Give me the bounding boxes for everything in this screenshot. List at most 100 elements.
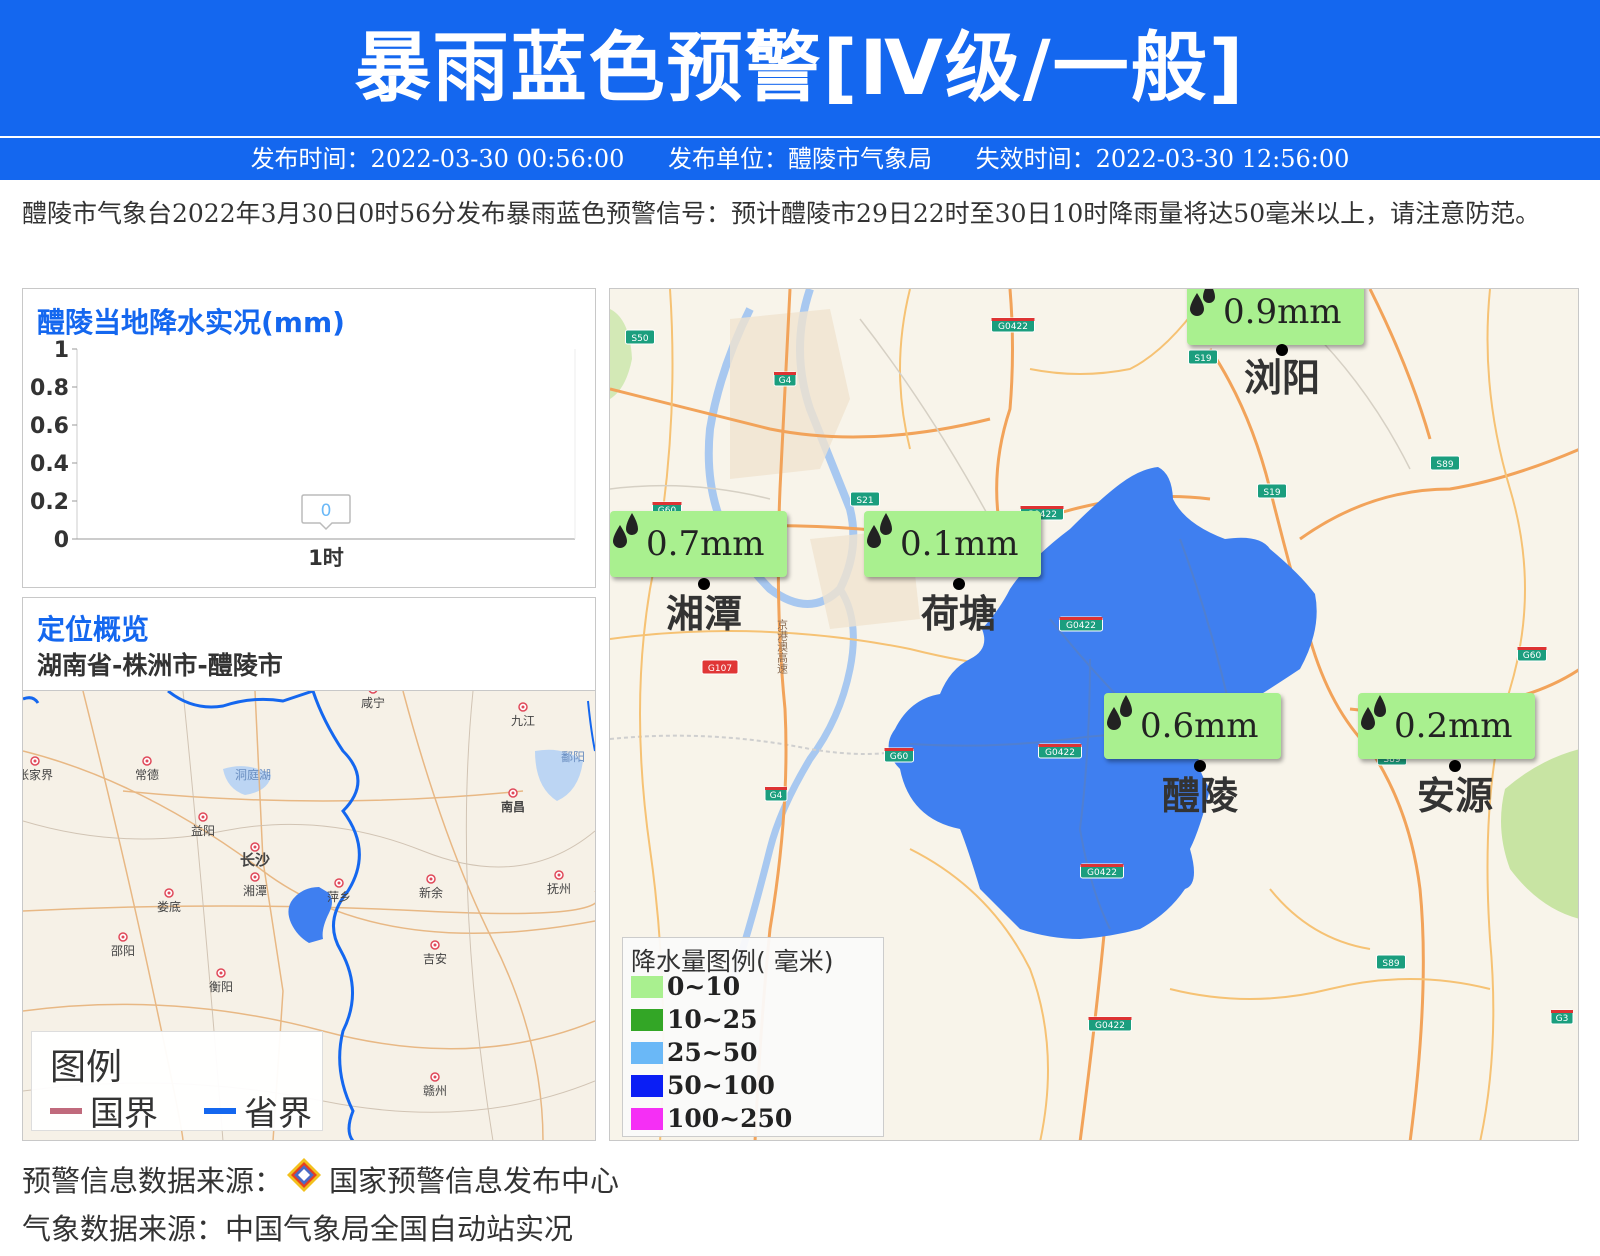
road-shield-icon: G4: [773, 371, 797, 387]
legend-swatch: [631, 975, 663, 998]
road-shield-icon: G3: [1550, 1009, 1574, 1025]
road-shield-icon: S19: [1257, 483, 1287, 499]
legend-provincial-boundary: 省界: [204, 1086, 312, 1135]
road-shield-icon: G4: [764, 786, 788, 802]
road-shield-label: G4: [779, 376, 792, 386]
city-label: 赣州: [423, 1084, 447, 1098]
road-shield-label: S89: [1436, 460, 1453, 470]
legend-item-0-10: 0~10: [631, 972, 740, 1001]
road-shield-label: G0422: [1095, 1021, 1125, 1031]
legend-item-10-25: 10~25: [631, 1005, 758, 1034]
road-shield-icon: S89: [1430, 455, 1460, 471]
chart-data-label: 0: [301, 494, 351, 531]
city-label: 吉安: [423, 951, 447, 966]
city-label: 张家界: [23, 767, 53, 782]
warning-source-name[interactable]: 国家预警信息发布中心: [329, 1158, 619, 1200]
warning-source-label: 预警信息数据来源：: [22, 1163, 284, 1198]
city-label: 南昌: [501, 799, 525, 814]
station-name-anyuan: 安源: [1416, 774, 1494, 818]
city-label: 娄底: [157, 899, 181, 914]
chart-data-label-text: 0: [321, 501, 332, 521]
rain-value: 0.6mm: [1140, 706, 1259, 746]
precipitation-map[interactable]: S50 G0422 S19 G4 S89 G60 S21 G0422 S19 G0422 G60 G1…: [609, 288, 1579, 1141]
road-shield-label: G0422: [998, 322, 1028, 332]
legend-title: 图例: [50, 1047, 123, 1088]
road-shield-icon: S50: [625, 329, 655, 345]
legend-swatch: [631, 1107, 663, 1130]
road-shield-icon: G0422: [991, 317, 1035, 333]
overview-map[interactable]: 咸宁九江张家界 常德 洞庭湖 鄱阳南昌益阳长沙湘潭 萍乡 新余 抚州娄底邵阳吉安衡阳赣州 图…: [23, 690, 595, 1140]
road-shield-label: G0422: [1045, 748, 1075, 758]
y-tick-label: 0.4: [30, 452, 69, 477]
y-tick-label: 0.2: [30, 490, 69, 515]
rain-label-liling: 0.6mm: [1104, 693, 1281, 759]
chart-title: 醴陵当地降水实况(mm): [37, 306, 345, 339]
overview-legend: 图例 国界 省界: [31, 1031, 323, 1134]
road-shield-label: G107: [708, 664, 732, 674]
road-shield-icon: G60: [1517, 646, 1547, 662]
warning-source: 预警信息数据来源： 国家预警信息发布中心: [22, 1156, 619, 1201]
legend-swatch: [631, 1008, 663, 1031]
legend-label: 100~250: [667, 1104, 793, 1133]
road-shield-icon: S89: [1376, 954, 1406, 970]
legend-item-25-50: 25~50: [631, 1038, 758, 1067]
city-label: 九江: [511, 714, 535, 728]
location-path: 湖南省-株洲市-醴陵市: [37, 651, 283, 680]
road-shield-label: G0422: [1087, 868, 1117, 878]
city-label: 衡阳: [209, 980, 233, 994]
road-shield-label: G60: [890, 752, 909, 762]
weather-source: 气象数据来源：中国气象局全国自动站实况: [22, 1212, 574, 1246]
road-shield-icon: S19: [1188, 349, 1218, 365]
rain-value: 0.2mm: [1394, 706, 1513, 746]
location-title: 定位概览: [37, 613, 150, 646]
publish-time: 发布时间：2022-03-30 00:56:00: [250, 145, 625, 173]
rain-value: 0.9mm: [1223, 292, 1342, 332]
legend-label: 25~50: [667, 1038, 758, 1067]
legend-label: 50~100: [667, 1071, 775, 1100]
road-shield-label: S21: [856, 496, 873, 506]
rain-value: 0.7mm: [646, 524, 765, 564]
city-label: 益阳: [191, 824, 215, 838]
city-label: 新余: [419, 885, 443, 900]
road-shield-label: S89: [1382, 959, 1399, 969]
road-shield-icon: G107: [701, 659, 739, 675]
national-boundary-swatch: [50, 1107, 82, 1114]
rain-value: 0.1mm: [900, 524, 1019, 564]
warning-meta-bar: 发布时间：2022-03-30 00:56:00 发布单位：醴陵市气象局 失效时…: [0, 138, 1600, 180]
road-shield-label: S50: [631, 334, 648, 344]
rain-label-xiangtan: 0.7mm: [610, 511, 787, 577]
road-shield-label: G3: [1556, 1014, 1569, 1024]
road-shield-icon: G60: [884, 747, 914, 763]
legend-item-100-250: 100~250: [631, 1104, 792, 1133]
city-label: 长沙: [240, 851, 270, 869]
road-shield-icon: G0422: [1080, 863, 1124, 879]
y-tick-label: 1: [54, 338, 69, 363]
station-name-hetang: 荷塘: [920, 592, 998, 636]
station-name-liling: 醴陵: [1161, 774, 1239, 818]
provincial-boundary-swatch: [204, 1107, 236, 1114]
city-label: 抚州: [547, 882, 571, 896]
location-overview-panel: 定位概览 湖南省-株洲市-醴陵市 咸宁 九江 家界 常德 洞庭湖 鄱阳 南昌 益…: [22, 597, 596, 1141]
precipitation-chart-panel: 0 0.2 0.4 0.6 0.8 1 0 1时 醴陵当地降水实况(mm): [22, 288, 596, 588]
legend-swatch: [631, 1041, 663, 1064]
station-name-liuyang: 浏阳: [1243, 356, 1321, 400]
city-label: 咸宁: [361, 695, 385, 710]
warning-description: 醴陵市气象台2022年3月30日0时56分发布暴雨蓝色预警信号：预计醴陵市29日…: [22, 199, 1541, 228]
road-shield-icon: G0422: [1059, 616, 1103, 632]
road-shield-label: G0422: [1066, 621, 1096, 631]
road-shield-icon: G0422: [1088, 1016, 1132, 1032]
city-label: 邵阳: [111, 944, 135, 958]
y-tick-label: 0.6: [30, 414, 69, 439]
road-shield-icon: G0422: [1038, 743, 1082, 759]
road-shield-label: S19: [1194, 354, 1211, 364]
city-label: 萍乡: [327, 890, 351, 904]
national-boundary-label: 国界: [90, 1094, 158, 1134]
city-label: 常德: [135, 767, 159, 782]
x-category-label: 1时: [308, 546, 344, 570]
expire-time: 失效时间：2022-03-30 12:56:00: [975, 145, 1350, 173]
rain-label-liuyang: 0.9mm: [1187, 289, 1364, 345]
rain-label-anyuan: 0.2mm: [1358, 693, 1535, 759]
road-shield-label: S19: [1263, 488, 1280, 498]
road-shield-label: G4: [770, 791, 783, 801]
warning-title: 暴雨蓝色预警[Ⅳ级/一般]: [0, 0, 1600, 136]
